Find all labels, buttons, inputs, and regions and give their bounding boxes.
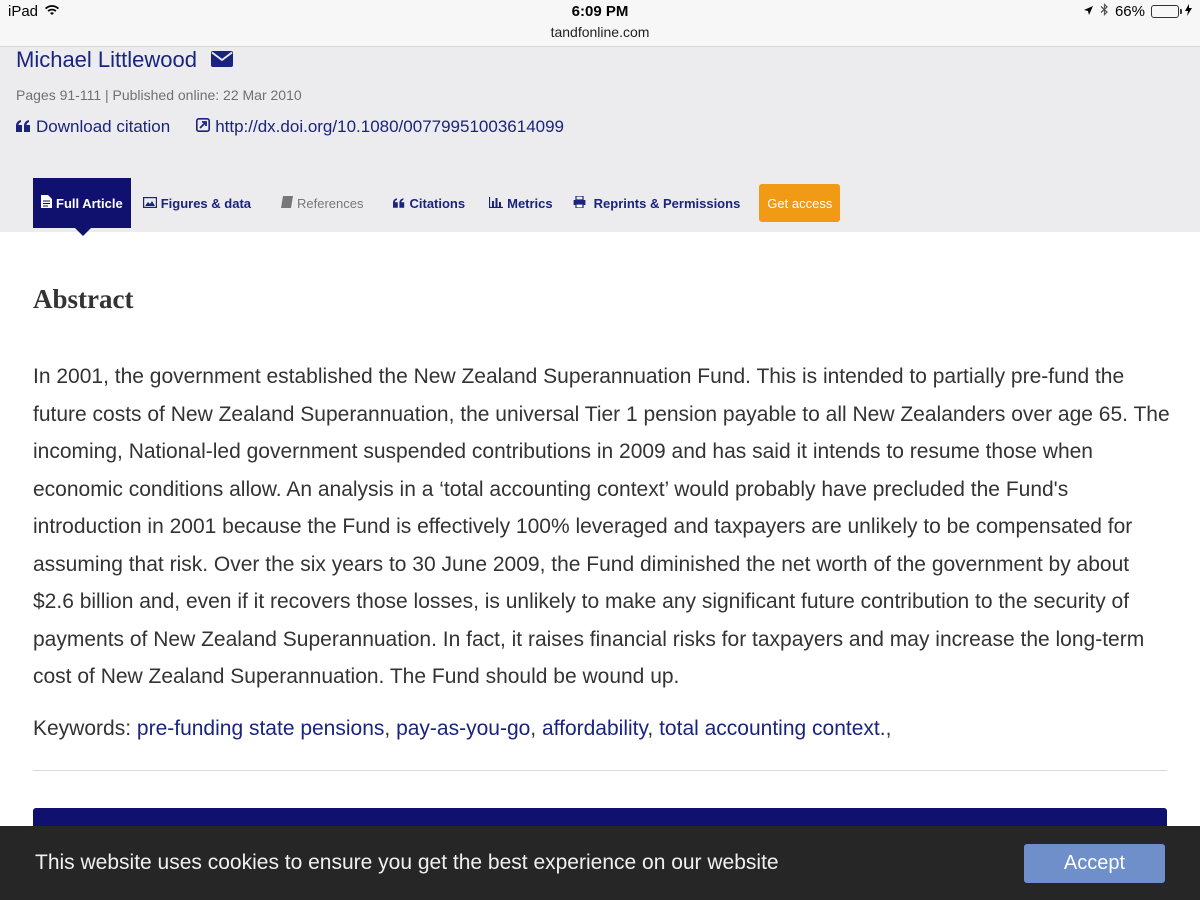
envelope-icon[interactable] [210,47,233,73]
author-name[interactable]: Michael Littlewood [16,47,197,73]
printer-icon [573,194,586,211]
document-icon [41,195,52,211]
quote-icon [393,196,405,211]
tab-references[interactable]: References [281,178,363,228]
abstract-heading: Abstract [33,284,134,314]
download-citation-label: Download citation [36,117,171,136]
tab-full-article[interactable]: Full Article [33,178,131,236]
divider [33,770,1167,771]
tab-references-label: References [297,195,364,211]
tab-reprints[interactable]: Reprints & Permissions [573,178,741,228]
citation-links: Download citation http://dx.doi.org/10.1… [16,117,564,137]
tab-metrics[interactable]: Metrics [489,178,553,228]
keyword-link[interactable]: affordability [542,717,647,740]
tab-full-article-label: Full Article [56,195,123,211]
cookie-banner: This website uses cookies to ensure you … [0,826,1200,900]
keyword-link[interactable]: total accounting context. [659,717,885,740]
battery-percent: 66% [1114,3,1145,20]
get-access-button[interactable]: Get access [759,184,841,222]
tab-reprints-label: Reprints & Permissions [593,195,741,211]
keywords-label: Keywords: [33,717,132,740]
article-header: Michael Littlewood Pages 91-111 | Publis… [0,46,1200,236]
bluetooth-icon [1100,3,1109,20]
tab-citations[interactable]: Citations [393,178,465,228]
tab-figures[interactable]: Figures & data [142,178,251,228]
article-tabs: Full Article Figures & data References C… [33,178,841,236]
status-bar: iPad 6:09 PM tandfonline.com 66% [0,0,1200,46]
download-citation-link[interactable]: Download citation [16,117,170,137]
doi-link[interactable]: http://dx.doi.org/10.1080/00779951003614… [196,117,564,137]
cookie-message: This website uses cookies to ensure you … [35,851,779,874]
doi-label: http://dx.doi.org/10.1080/00779951003614… [215,117,565,136]
image-icon [142,196,157,211]
tab-metrics-label: Metrics [507,195,553,211]
book-icon [281,195,293,211]
location-icon [1083,3,1094,20]
address-bar-url[interactable]: tandfonline.com [0,24,1200,40]
charging-icon [1185,3,1192,20]
keywords-line: Keywords: pre-funding state pensions, pa… [33,717,892,740]
accept-cookies-button[interactable]: Accept [1024,844,1165,883]
tab-figures-label: Figures & data [160,195,251,211]
clock: 6:09 PM [571,3,629,20]
keyword-link[interactable]: pre-funding state pensions [137,717,385,740]
external-link-icon [196,117,211,137]
keyword-link[interactable]: pay-as-you-go [396,717,530,740]
battery-icon [1151,5,1182,18]
quote-icon [16,117,31,137]
bar-chart-icon [489,196,504,211]
tab-citations-label: Citations [409,195,466,211]
publication-info: Pages 91-111 | Published online: 22 Mar … [16,87,302,103]
status-right: 66% [1083,3,1192,20]
abstract-text: In 2001, the government established the … [33,365,1170,688]
author-line: Michael Littlewood [16,47,233,73]
